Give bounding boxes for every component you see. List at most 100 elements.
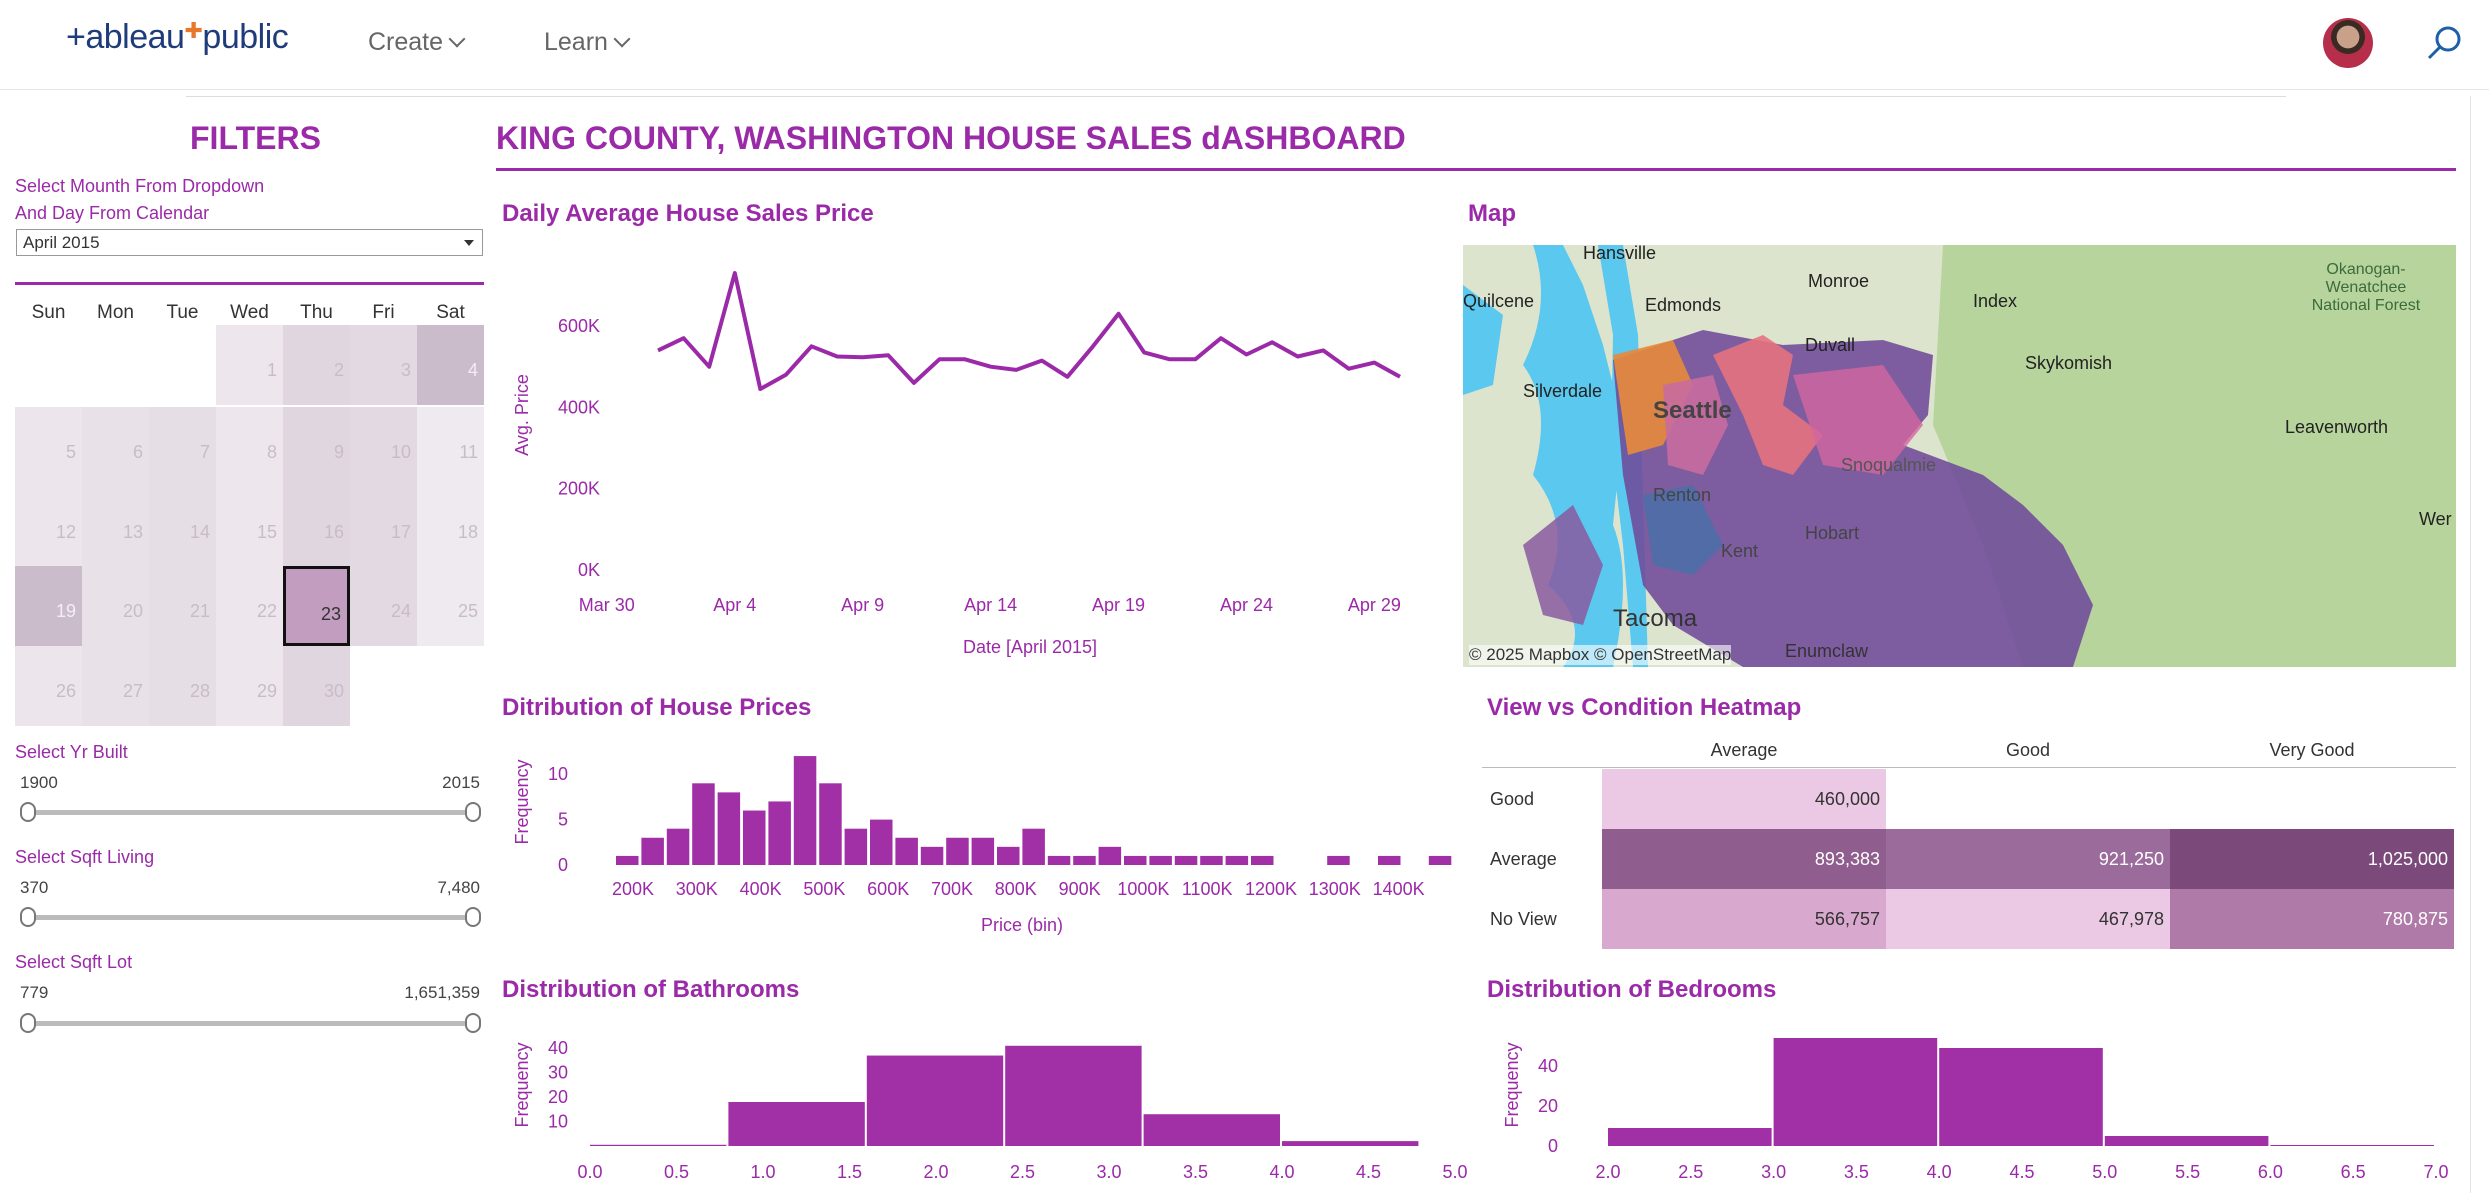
heatmap-cell[interactable]: 780,875 (2170, 889, 2454, 949)
osm-attribution[interactable]: © OpenStreetMap (1594, 645, 1731, 664)
calendar-day[interactable]: 1 (216, 325, 283, 405)
calendar-day[interactable]: 17 (350, 487, 417, 567)
calendar-day[interactable]: 7 (149, 407, 216, 487)
x-tick-label: 1.0 (750, 1162, 775, 1182)
heatmap-row-label: Good (1490, 789, 1535, 809)
yr-built-max-handle[interactable] (465, 802, 481, 822)
price-distribution-title: Ditribution of House Prices (502, 694, 812, 721)
calendar-day[interactable]: 18 (417, 487, 484, 567)
calendar-day[interactable]: 4 (417, 325, 484, 405)
map-label: Leavenworth (2285, 417, 2389, 437)
x-tick-label: 1000K (1117, 879, 1169, 899)
weekday-header-sat: Sat (436, 302, 465, 323)
calendar-day[interactable]: 21 (149, 566, 216, 646)
y-tick-label: 200K (558, 479, 600, 499)
calendar-day[interactable]: 14 (149, 487, 216, 567)
x-tick-label: Apr 9 (841, 595, 884, 615)
x-tick-label: 6.0 (2258, 1162, 2283, 1182)
calendar-day[interactable]: 3 (350, 325, 417, 405)
calendar-day[interactable]: 13 (82, 487, 149, 567)
sales-map[interactable]: Hansville Quilcene Edmonds Monroe Index … (1463, 245, 2456, 667)
x-tick-label: 4.0 (1927, 1162, 1952, 1182)
calendar-day[interactable]: 25 (417, 566, 484, 646)
x-tick-label: 7.0 (2423, 1162, 2448, 1182)
y-tick-label: 400K (558, 397, 600, 417)
y-tick-label: 5 (558, 810, 568, 830)
mapbox-attribution[interactable]: © 2025 Mapbox (1469, 645, 1589, 664)
sqft-lot-slider-track[interactable] (27, 1021, 473, 1026)
map-attribution[interactable]: © 2025 Mapbox © OpenStreetMap (1469, 645, 1732, 665)
x-tick-label: Apr 4 (713, 595, 756, 615)
map-label: Okanogan- Wenatchee National Forest (2311, 261, 2421, 314)
calendar-day[interactable]: 11 (417, 407, 484, 487)
sqft-living-max-handle[interactable] (465, 907, 481, 927)
heatmap-cell[interactable]: 893,383 (1602, 829, 1886, 889)
sqft-lot-max-handle[interactable] (465, 1013, 481, 1033)
dropdown-arrow-icon (464, 240, 474, 246)
calendar-day[interactable]: 8 (216, 407, 283, 487)
calendar-day[interactable]: 16 (283, 487, 350, 567)
sqft-living-min-handle[interactable] (20, 907, 36, 927)
chevron-down-icon (613, 30, 631, 48)
heatmap-cell[interactable]: 566,757 (1602, 889, 1886, 949)
map-label: Duvall (1805, 335, 1856, 355)
month-dropdown[interactable]: April 2015 (16, 229, 483, 256)
calendar-day[interactable]: 23 (283, 566, 350, 646)
y-tick-label: 0K (578, 560, 600, 580)
calendar-day[interactable]: 30 (283, 646, 350, 726)
heatmap-cell[interactable]: 921,250 (1886, 829, 2170, 889)
calendar-day[interactable]: 24 (350, 566, 417, 646)
map-label: Silverdale (1523, 381, 1603, 401)
calendar-day[interactable]: 19 (15, 566, 82, 646)
calendar-day[interactable]: 28 (149, 646, 216, 726)
calendar-day[interactable]: 15 (216, 487, 283, 567)
price-bar (819, 783, 842, 865)
vertical-scrollbar[interactable] (2470, 96, 2484, 1193)
price-bar (1378, 855, 1401, 865)
price-bar (1251, 855, 1274, 865)
price-bar (793, 756, 817, 865)
heatmap-cell[interactable]: 467,978 (1886, 889, 2170, 949)
price-bar (1174, 855, 1198, 865)
user-avatar[interactable] (2323, 18, 2373, 68)
calendar-day[interactable]: 27 (82, 646, 149, 726)
yr-built-slider-track[interactable] (27, 810, 473, 815)
calendar-day[interactable]: 20 (82, 566, 149, 646)
calendar-day[interactable]: 22 (216, 566, 283, 646)
calendar-day[interactable]: 9 (283, 407, 350, 487)
calendar-day[interactable]: 5 (15, 407, 82, 487)
price-bar (641, 837, 664, 865)
x-tick-label: 5.0 (2092, 1162, 2117, 1182)
weekday-header-sun: Sun (31, 302, 66, 323)
tableau-public-logo[interactable]: +ableau✚public (66, 18, 289, 57)
price-bar (1022, 828, 1045, 865)
filter-instruction-2: And Day From Calendar (15, 203, 210, 223)
calendar-day[interactable]: 12 (15, 487, 82, 567)
y-tick-label: 600K (558, 316, 600, 336)
price-bar (768, 801, 791, 865)
create-menu[interactable]: Create (368, 28, 466, 57)
x-tick-label: 400K (740, 879, 782, 899)
x-tick-label: 3.0 (1096, 1162, 1121, 1182)
sqft-lot-min-handle[interactable] (20, 1013, 36, 1033)
calendar-day[interactable]: 29 (216, 646, 283, 726)
x-tick-label: Apr 14 (964, 595, 1017, 615)
calendar-day[interactable]: 10 (350, 407, 417, 487)
price-bar (1149, 855, 1172, 865)
price-bar (692, 783, 715, 865)
heatmap-row-label: Average (1490, 849, 1557, 869)
yr-built-min-handle[interactable] (20, 802, 36, 822)
learn-menu[interactable]: Learn (544, 28, 631, 57)
search-icon[interactable] (2426, 24, 2464, 62)
histogram-bar (1773, 1038, 1938, 1146)
sqft-living-max: 7,480 (437, 878, 480, 897)
calendar-day[interactable]: 6 (82, 407, 149, 487)
weekday-header-mon: Mon (97, 302, 134, 323)
calendar-day[interactable]: 2 (283, 325, 350, 405)
filter-instruction-1: Select Mounth From Dropdown (15, 176, 265, 196)
heatmap-cell[interactable]: 460,000 (1602, 769, 1886, 829)
histogram-bar (2270, 1145, 2434, 1146)
sqft-living-slider-track[interactable] (27, 915, 473, 920)
heatmap-cell[interactable]: 1,025,000 (2170, 829, 2454, 889)
calendar-day[interactable]: 26 (15, 646, 82, 726)
